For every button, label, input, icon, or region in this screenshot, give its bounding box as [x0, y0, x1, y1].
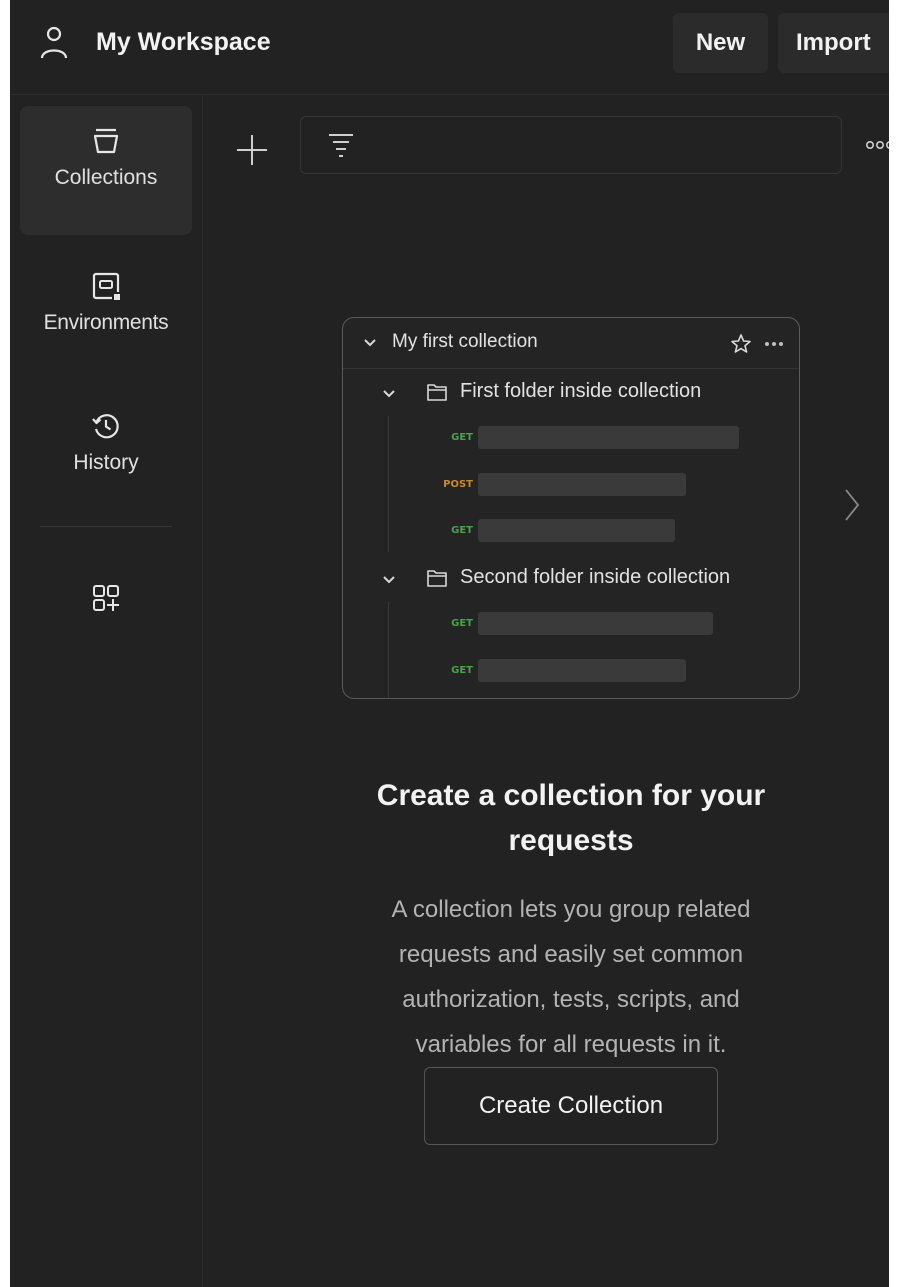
- description-line: requests and easily set common: [398, 941, 744, 968]
- filter-input[interactable]: [300, 116, 842, 174]
- request-placeholder-bar: [478, 426, 739, 449]
- chevron-down-icon: [364, 339, 376, 347]
- empty-state-description: A collection lets you group related requ…: [303, 887, 839, 1067]
- chevron-right-icon[interactable]: [843, 488, 861, 522]
- create-collection-button[interactable]: Create Collection: [424, 1067, 718, 1145]
- empty-state-heading: Create a collection for your requests: [303, 773, 839, 863]
- star-icon: [731, 334, 751, 353]
- method-badge: GET: [451, 432, 473, 443]
- illustration-request-row: GET: [343, 424, 799, 452]
- method-badge: GET: [451, 618, 473, 629]
- filter-icon: [329, 134, 353, 157]
- collections-icon: [93, 128, 119, 154]
- illustration-request-row: GET: [343, 517, 799, 545]
- sidebar-item-label: Collections: [54, 166, 158, 189]
- app-window: My Workspace New Import Collections Envi…: [10, 0, 889, 1287]
- sidebar-divider: [40, 526, 172, 527]
- request-placeholder-bar: [478, 473, 686, 496]
- add-apps-icon: [93, 585, 119, 611]
- request-placeholder-bar: [478, 519, 675, 542]
- illustration-folder-name: First folder inside collection: [460, 380, 702, 402]
- workspace-title[interactable]: My Workspace: [96, 28, 271, 57]
- sidebar-item-environments[interactable]: Environments: [20, 263, 192, 363]
- illustration-request-row: GET: [343, 610, 799, 638]
- illustration-folder-row: Second folder inside collection: [343, 560, 799, 600]
- folder-icon: [427, 384, 447, 401]
- sidebar-item-label: Environments: [43, 311, 169, 334]
- illustration-folder-name: Second folder inside collection: [460, 566, 731, 588]
- history-icon: [92, 414, 119, 439]
- chevron-down-icon: [383, 390, 395, 398]
- chevron-down-icon: [383, 576, 395, 584]
- more-options-icon: [765, 342, 783, 346]
- illustration-folder-row: First folder inside collection: [343, 374, 799, 414]
- folder-icon: [427, 570, 447, 587]
- method-badge: GET: [451, 665, 473, 676]
- illustration-collection-name: My first collection: [392, 331, 538, 352]
- heading-line: Create a collection for your: [376, 779, 766, 812]
- new-button[interactable]: New: [673, 13, 768, 73]
- sidebar-item-label: History: [73, 451, 139, 474]
- method-badge: GET: [451, 525, 473, 536]
- import-button[interactable]: Import: [778, 13, 889, 73]
- user-icon: [40, 26, 68, 59]
- illustration-collection-row: My first collection: [343, 318, 799, 369]
- description-line: variables for all requests in it.: [415, 1031, 727, 1058]
- description-line: authorization, tests, scripts, and: [402, 986, 740, 1013]
- collections-panel: My first collection First folder inside …: [203, 95, 889, 1287]
- sidebar-item-collections[interactable]: Collections: [20, 106, 192, 235]
- heading-line: requests: [508, 824, 634, 857]
- illustration-request-row: POST: [343, 471, 799, 499]
- sidebar: Collections Environments History: [10, 95, 203, 1287]
- collection-illustration: My first collection First folder inside …: [342, 317, 800, 699]
- request-placeholder-bar: [478, 612, 713, 635]
- add-collection-icon[interactable]: [235, 133, 269, 167]
- sidebar-item-add-apps[interactable]: [20, 583, 192, 623]
- workspace-header: My Workspace New Import: [10, 0, 889, 95]
- more-options-icon[interactable]: [865, 139, 889, 151]
- request-placeholder-bar: [478, 659, 686, 682]
- environments-icon: [92, 272, 120, 300]
- description-line: A collection lets you group related: [391, 896, 751, 923]
- sidebar-item-history[interactable]: History: [20, 403, 192, 503]
- method-badge: POST: [443, 479, 473, 490]
- illustration-request-row: GET: [343, 657, 799, 685]
